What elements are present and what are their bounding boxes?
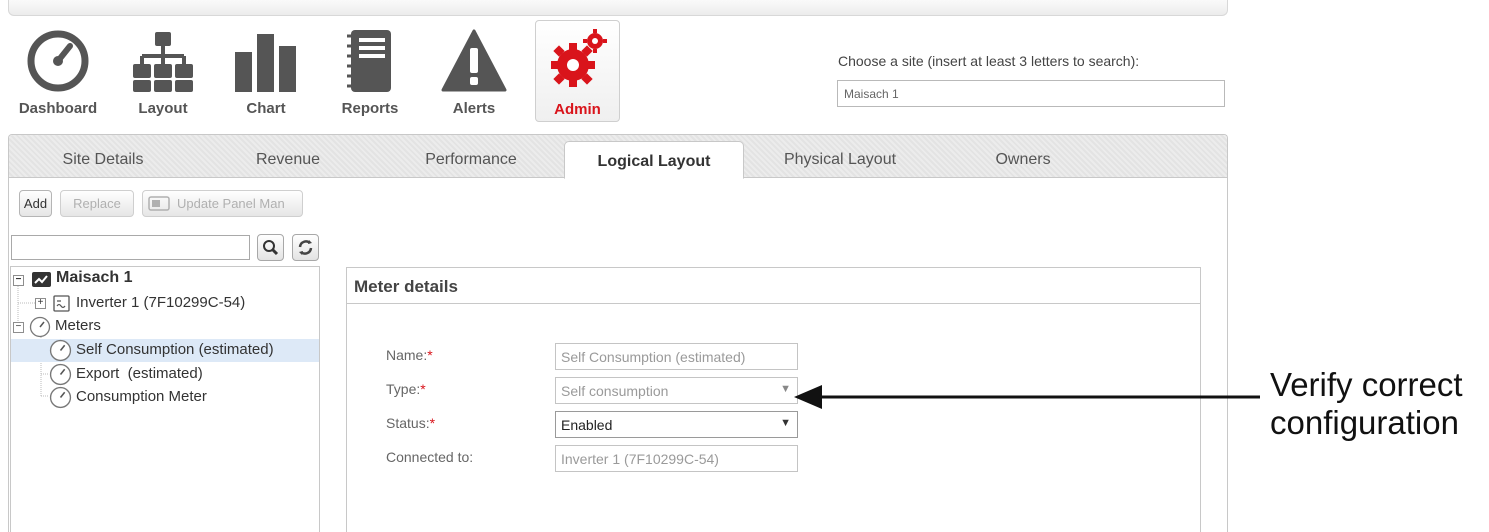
meter-label: Export (estimated) [76,365,203,382]
dashboard-icon [27,30,89,92]
tab-revenue[interactable]: Revenue [198,151,378,169]
tab-owners[interactable]: Owners [933,151,1113,169]
warning-icon [441,29,507,92]
gears-icon [550,29,607,87]
required-mark: * [427,347,433,363]
inverter-node-label: Inverter 1 (7F10299C-54) [76,294,246,311]
panel-icon [148,196,170,211]
required-mark: * [420,381,426,397]
status-select[interactable]: Enabled ▼ [555,411,798,438]
gauge-icon [49,386,72,409]
site-search-label: Choose a site (insert at least 3 letters… [838,53,1140,69]
nav-alerts-label: Alerts [452,100,496,117]
chevron-down-icon: ▼ [780,417,791,429]
gauge-icon [29,316,51,338]
add-button[interactable]: Add [19,190,52,217]
update-panel-button[interactable]: Update Panel Man [142,190,303,217]
notebook-icon [347,30,391,92]
nav-reports-label: Reports [341,100,399,117]
name-field[interactable]: Self Consumption (estimated) [555,343,798,370]
bar-chart-icon [235,34,296,92]
name-label-text: Name: [386,347,428,363]
connected-to-field[interactable]: Inverter 1 (7F10299C-54) [555,445,798,472]
meter-label: Self Consumption (estimated) [76,341,274,358]
type-select[interactable]: Self consumption ▼ [555,377,798,404]
nav-alerts[interactable]: Alerts [429,22,519,122]
nav-layout[interactable]: Layout [118,22,208,122]
refresh-icon [298,240,313,255]
name-label: Name:* [386,347,433,363]
collapse-toggle[interactable]: − [13,322,24,333]
status-label-text: Status: [386,415,430,431]
search-button[interactable] [257,234,284,261]
type-label: Type:* [386,381,426,397]
nav-dashboard[interactable]: Dashboard [13,22,103,122]
nav-chart-label: Chart [246,100,286,117]
meter-label: Consumption Meter [76,388,207,405]
nav-dashboard-label: Dashboard [18,100,98,117]
nav-reports[interactable]: Reports [325,22,415,122]
nav-chart[interactable]: Chart [221,22,311,122]
annotation-line-2: configuration [1270,404,1459,441]
layout-tree: − Maisach 1 + Inverter 1 (7F10299C-54) −… [10,266,320,532]
gauge-icon [49,363,72,386]
tab-bar: Site Details Revenue Performance Logical… [9,135,1227,179]
gauge-icon [49,339,72,362]
inverter-icon [53,295,70,312]
tab-logical-layout[interactable]: Logical Layout [564,141,744,179]
meter-details-title: Meter details [347,268,1200,304]
collapse-toggle[interactable]: − [13,275,24,286]
tree-node-meter-self-consumption[interactable]: Self Consumption (estimated) [11,339,319,362]
site-node-label: Maisach 1 [56,269,133,286]
annotation-line-1: Verify correct [1270,366,1463,403]
tab-physical-layout[interactable]: Physical Layout [750,151,930,169]
required-mark: * [429,415,436,431]
app-window: Dashboard Layout Chart Reports Alerts Ad… [0,0,1489,532]
site-search-input[interactable] [837,80,1225,107]
site-icon [32,272,51,287]
layout-icon [133,32,193,92]
connected-to-label: Connected to: [386,449,474,465]
tab-site-details[interactable]: Site Details [13,151,193,169]
expand-toggle[interactable]: + [35,298,46,309]
tree-search-input[interactable] [11,235,250,260]
arrow-left-icon [794,385,1260,409]
nav-admin[interactable]: Admin [535,20,620,122]
update-panel-label: Update Panel Man [177,196,285,211]
nav-layout-label: Layout [138,100,188,117]
annotation-callout: Verify correct configuration [1270,366,1463,442]
type-label-text: Type: [386,381,421,397]
refresh-button[interactable] [292,234,319,261]
search-icon [263,240,279,256]
replace-button[interactable]: Replace [60,190,134,217]
nav-admin-label: Admin [554,101,601,118]
meters-node-label: Meters [55,317,101,334]
type-select-value: Self consumption [561,383,669,399]
top-header-strip [8,0,1228,16]
tab-performance[interactable]: Performance [381,151,561,169]
status-select-value: Enabled [561,417,613,433]
status-label: Status:* [386,415,435,431]
